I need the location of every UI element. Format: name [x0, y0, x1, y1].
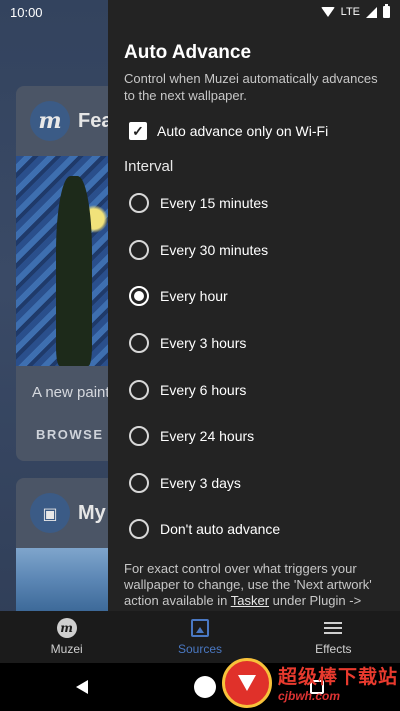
site-watermark: 超级棒下载站 cjbwh.com — [222, 654, 400, 711]
tasker-link[interactable]: Tasker — [231, 593, 269, 608]
radio-button[interactable] — [129, 379, 149, 400]
checkmark-icon: ✓ — [132, 123, 144, 139]
nav-item-muzei[interactable]: m Muzei — [0, 611, 133, 663]
home-icon[interactable] — [194, 676, 216, 698]
nav-icon-wrap: m — [56, 618, 77, 638]
wifi-only-label: Auto advance only on Wi-Fi — [157, 123, 329, 139]
radio-button[interactable] — [129, 472, 149, 493]
nav-label: Muzei — [50, 642, 83, 656]
watermark-logo-icon — [222, 657, 272, 708]
radio-button[interactable] — [129, 239, 149, 260]
status-bar: 10:00 LTE — [0, 0, 400, 24]
interval-option-15-minutes[interactable]: Every 15 minutes — [124, 180, 384, 227]
watermark-url: cjbwh.com — [278, 689, 341, 703]
interval-label: Every 15 minutes — [160, 195, 269, 212]
sources-icon — [190, 619, 209, 637]
interval-heading: Interval — [124, 158, 174, 175]
interval-label: Every 3 hours — [160, 335, 247, 352]
nav-icon-wrap — [323, 618, 343, 638]
back-icon[interactable] — [76, 680, 88, 694]
wifi-icon — [320, 7, 335, 17]
nav-label: Sources — [177, 642, 222, 656]
interval-option-30-minutes[interactable]: Every 30 minutes — [124, 227, 384, 274]
auto-advance-panel: Auto Advance Control when Muzei automati… — [108, 0, 400, 624]
interval-label: Every 3 days — [160, 474, 241, 491]
nav-icon-wrap — [190, 618, 210, 638]
status-icons: LTE — [320, 4, 390, 18]
radio-button[interactable] — [129, 519, 149, 540]
panel-description: Control when Muzei automatically advance… — [124, 71, 378, 103]
muzei-avatar-icon: m — [30, 101, 70, 141]
radio-button-selected[interactable] — [129, 286, 149, 307]
artwork-cypress-shape — [56, 176, 92, 366]
interval-option-hour[interactable]: Every hour — [124, 273, 384, 320]
interval-option-3-days[interactable]: Every 3 days — [124, 460, 384, 507]
panel-title: Auto Advance — [124, 42, 252, 63]
interval-option-6-hours[interactable]: Every 6 hours — [124, 366, 384, 413]
interval-label: Don't auto advance — [160, 521, 281, 538]
muzei-logo-icon: m — [56, 618, 77, 638]
interval-label: Every 30 minutes — [160, 241, 269, 258]
radio-button[interactable] — [129, 193, 149, 214]
interval-label: Every hour — [160, 288, 228, 305]
interval-label: Every 6 hours — [160, 381, 247, 398]
battery-icon — [383, 4, 390, 18]
wifi-only-checkbox[interactable]: ✓ — [129, 122, 147, 140]
interval-option-3-hours[interactable]: Every 3 hours — [124, 320, 384, 367]
wifi-only-option[interactable]: ✓ Auto advance only on Wi-Fi — [124, 122, 384, 140]
effects-sliders-icon — [324, 620, 343, 636]
interval-option-never[interactable]: Don't auto advance — [124, 506, 384, 553]
radio-button[interactable] — [129, 333, 149, 354]
signal-icon — [366, 6, 377, 18]
my-card-title: My — [78, 501, 106, 524]
interval-radio-group: Every 15 minutes Every 30 minutes Every … — [124, 180, 384, 553]
network-type: LTE — [340, 6, 360, 18]
radio-button[interactable] — [129, 426, 149, 447]
watermark-text: 超级棒下载站 cjbwh.com — [278, 662, 398, 703]
watermark-title: 超级棒下载站 — [278, 666, 399, 688]
status-time: 10:00 — [10, 4, 43, 20]
gallery-avatar-icon: ▣ — [30, 493, 70, 533]
interval-label: Every 24 hours — [160, 428, 255, 445]
interval-option-24-hours[interactable]: Every 24 hours — [124, 413, 384, 460]
